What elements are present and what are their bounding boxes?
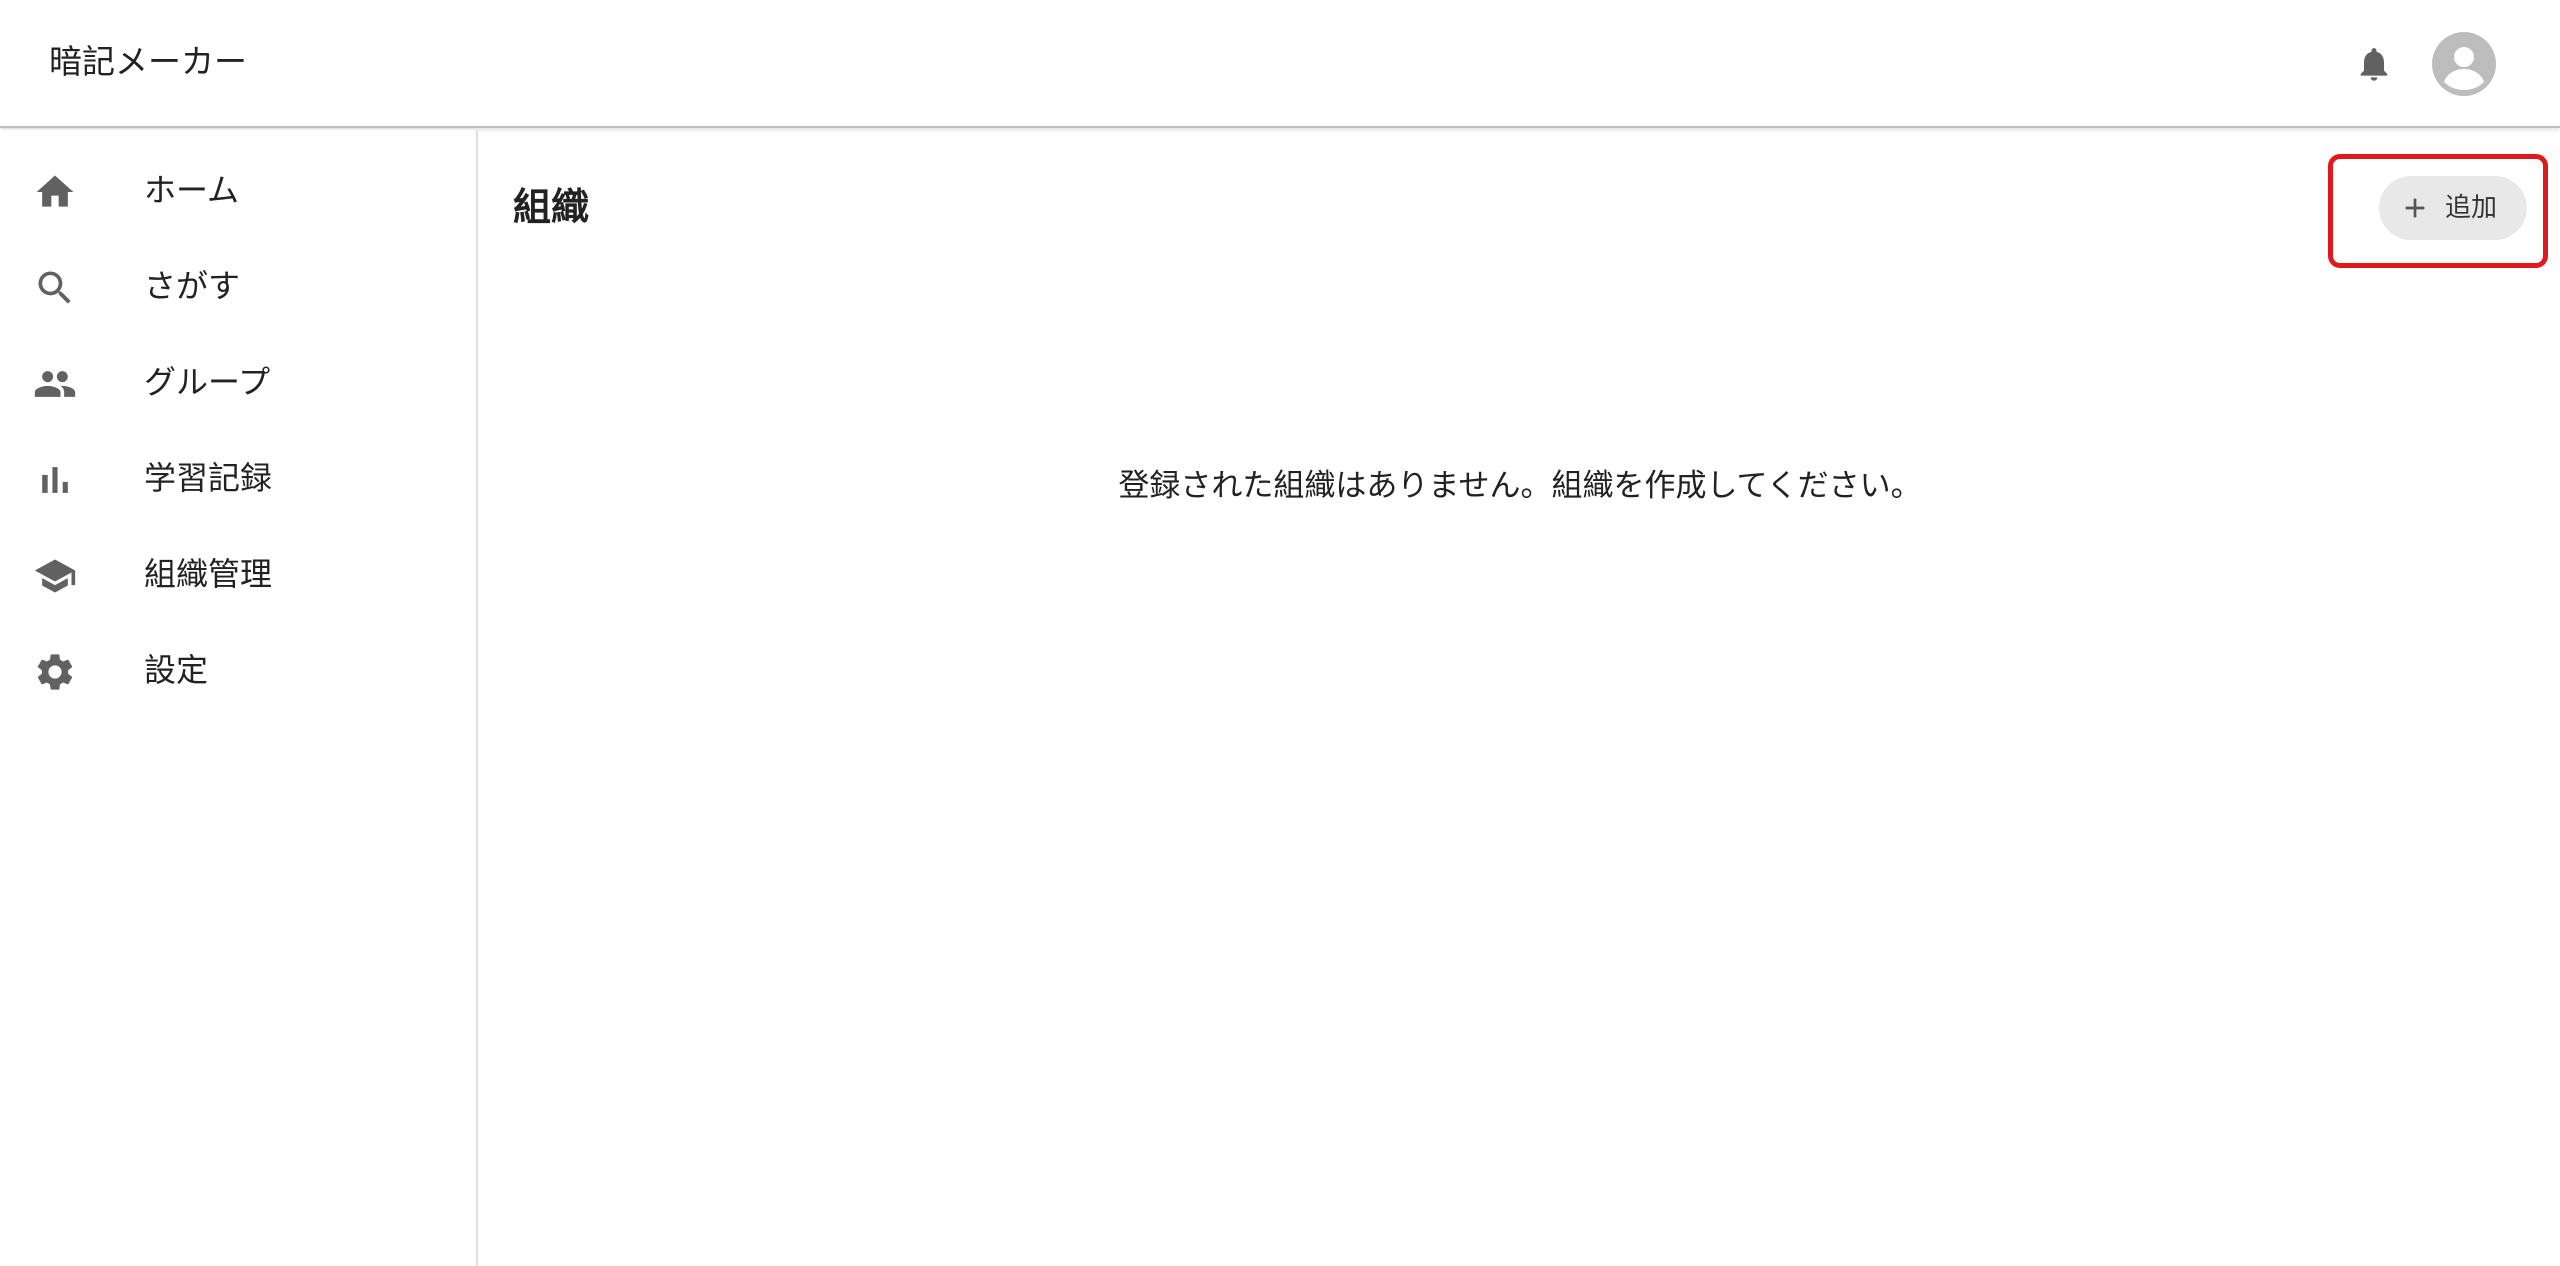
sidebar: ホーム さがす グループ 学習記録 組織管理 設定 xyxy=(0,130,478,1266)
sidebar-item-learning-records[interactable]: 学習記録 xyxy=(0,430,476,526)
page-title: 組織 xyxy=(513,185,590,229)
search-icon xyxy=(33,266,77,310)
school-icon xyxy=(33,554,77,598)
sidebar-item-label: ホーム xyxy=(144,171,240,209)
sidebar-item-settings[interactable]: 設定 xyxy=(0,622,476,718)
sidebar-item-label: 設定 xyxy=(144,651,209,689)
bar-chart-icon xyxy=(33,458,77,502)
main-content: 組織 追加 登録された組織はありません。組織を作成してください。 xyxy=(480,130,2560,1266)
bell-icon[interactable] xyxy=(2354,44,2394,84)
home-icon xyxy=(33,170,77,214)
sidebar-item-groups[interactable]: グループ xyxy=(0,334,476,430)
people-icon xyxy=(33,362,77,406)
plus-icon xyxy=(2399,192,2431,224)
gear-icon xyxy=(33,650,77,694)
sidebar-item-label: 組織管理 xyxy=(144,555,273,593)
sidebar-item-organization-management[interactable]: 組織管理 xyxy=(0,526,476,622)
sidebar-item-home[interactable]: ホーム xyxy=(0,142,476,238)
app-title[interactable]: 暗記メーカー xyxy=(49,40,247,84)
empty-state-message: 登録された組織はありません。組織を作成してください。 xyxy=(1118,468,1922,504)
sidebar-item-label: 学習記録 xyxy=(144,459,273,497)
sidebar-item-search[interactable]: さがす xyxy=(0,238,476,334)
sidebar-item-label: グループ xyxy=(144,363,271,401)
account-circle-icon xyxy=(2444,47,2484,90)
add-button-label: 追加 xyxy=(2445,193,2498,223)
app-bar: 暗記メーカー xyxy=(0,0,2560,128)
account-avatar[interactable] xyxy=(2432,32,2496,96)
add-button[interactable]: 追加 xyxy=(2379,176,2527,240)
sidebar-item-label: さがす xyxy=(144,267,241,305)
